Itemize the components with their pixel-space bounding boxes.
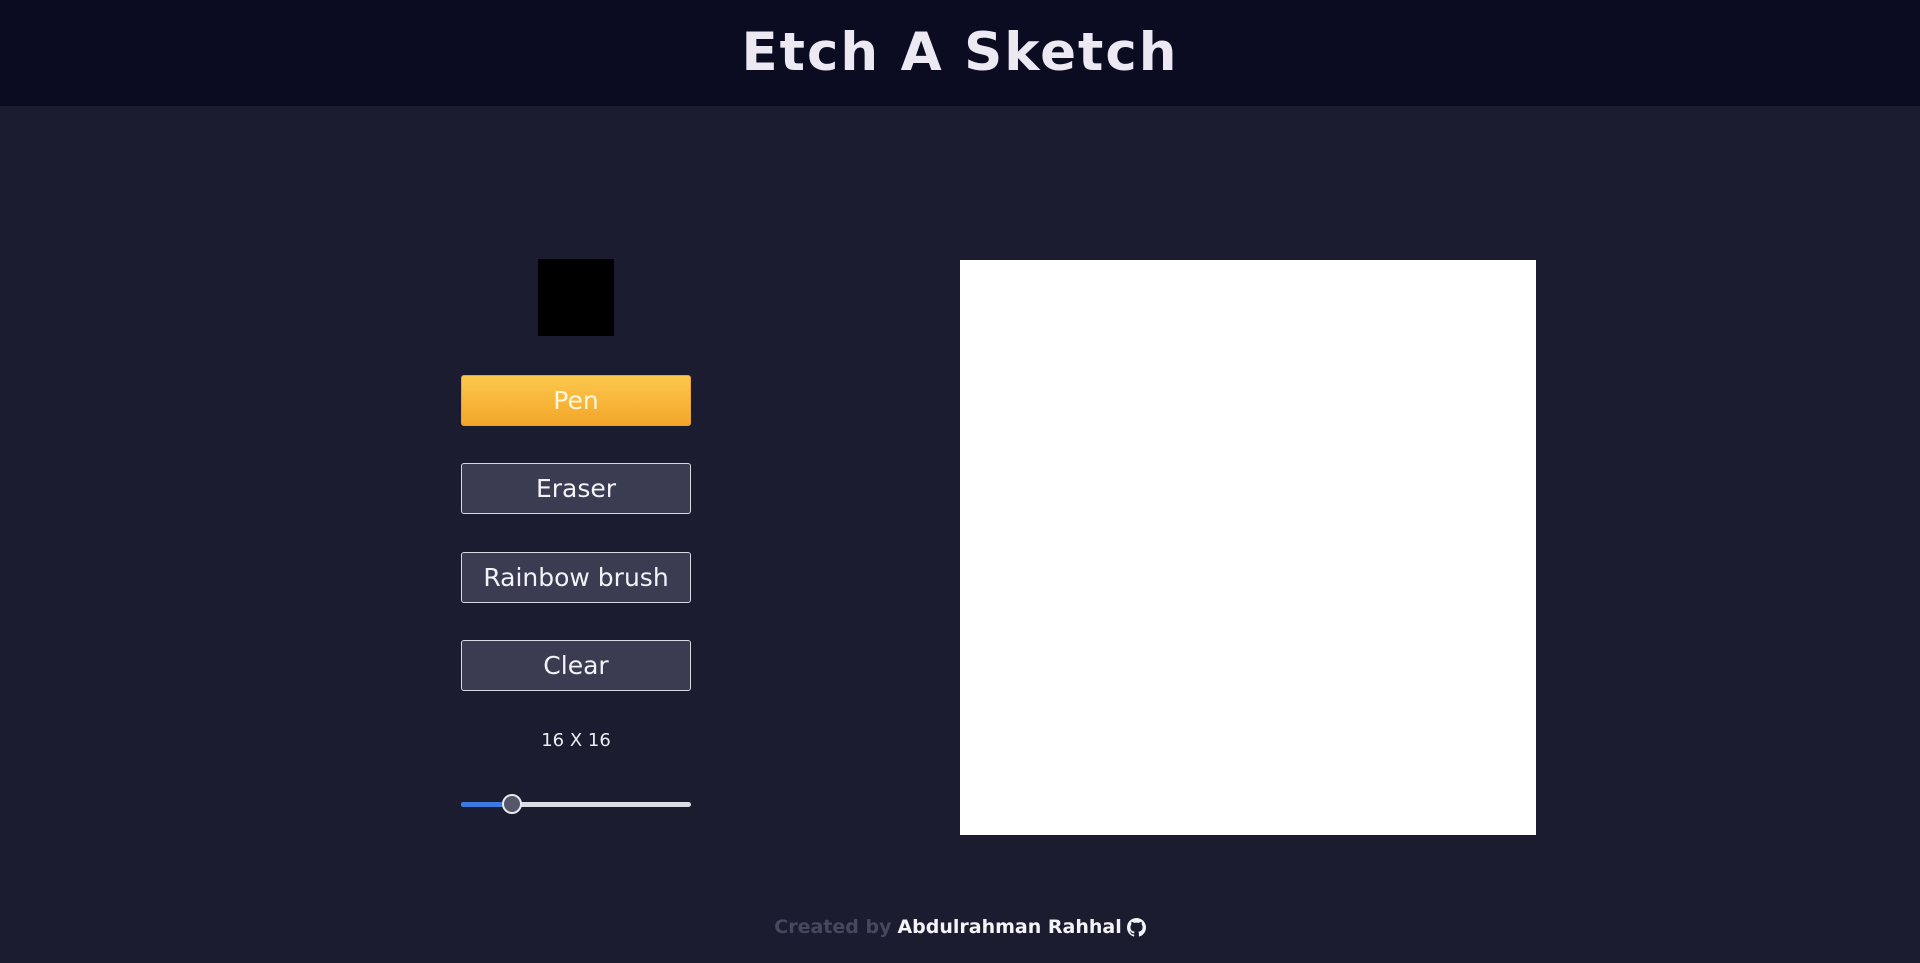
app-header: Etch A Sketch <box>0 0 1920 106</box>
sketch-canvas[interactable] <box>960 260 1536 835</box>
github-icon[interactable] <box>1126 917 1146 937</box>
pen-button[interactable]: Pen <box>461 375 691 426</box>
eraser-button[interactable]: Eraser <box>461 463 691 514</box>
color-picker[interactable] <box>538 259 614 336</box>
rainbow-brush-button[interactable]: Rainbow brush <box>461 552 691 603</box>
footer: Created by Abdulrahman Rahhal <box>0 916 1920 938</box>
clear-button[interactable]: Clear <box>461 640 691 691</box>
footer-prefix: Created by <box>774 916 892 938</box>
grid-size-label: 16 X 16 <box>541 730 611 751</box>
page-title: Etch A Sketch <box>741 21 1179 83</box>
grid-size-slider[interactable] <box>461 794 691 814</box>
author-link[interactable]: Abdulrahman Rahhal <box>897 916 1121 938</box>
slider-thumb[interactable] <box>502 794 522 814</box>
